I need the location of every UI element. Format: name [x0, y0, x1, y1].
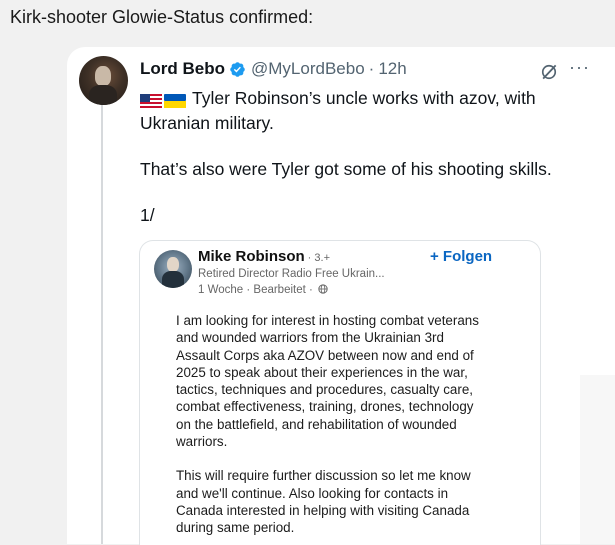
more-options-icon[interactable]: ··· [569, 57, 590, 78]
avatar-body [89, 85, 117, 105]
embed-paragraph-1: I am looking for interest in hosting com… [176, 312, 521, 450]
embed-line: This will require further discussion so … [176, 468, 471, 484]
embed-line: tactics, techniques and procedures, casu… [176, 382, 473, 398]
embed-line: warriors. [176, 434, 228, 450]
right-edge-strip [580, 375, 615, 544]
avatar[interactable] [79, 56, 128, 105]
embed-line: 2025 to speak about their experiences in… [176, 364, 468, 380]
us-flag-icon [140, 94, 162, 109]
globe-icon [318, 284, 328, 294]
avatar-face [95, 66, 111, 86]
tweet-meta: Lord Bebo @MyLordBebo · 12h [140, 59, 407, 79]
embed-line: on the battlefield, and rehabilitation o… [176, 416, 457, 432]
embed-avatar-face [167, 257, 179, 272]
grok-icon[interactable] [539, 62, 559, 82]
embed-avatar[interactable] [154, 250, 192, 288]
connection-degree: · 3.+ [307, 252, 330, 264]
embed-body: I am looking for interest in hosting com… [176, 312, 521, 537]
meta-separator: · [368, 59, 375, 78]
embed-line: during same period. [176, 520, 295, 536]
tweet-card[interactable]: Lord Bebo @MyLordBebo · 12h ··· Tyler Ro… [67, 47, 615, 545]
follow-button[interactable]: + Folgen [430, 248, 492, 265]
flag-group [140, 89, 188, 112]
embed-author-title: Retired Director Radio Free Ukrain... [198, 268, 385, 280]
thread-counter: 1/ [140, 205, 155, 225]
thread-line [101, 102, 103, 544]
tweet-line-2: That’s also were Tyler got some of his s… [140, 159, 552, 179]
ukraine-flag-icon [164, 94, 186, 109]
embed-timestamp: 1 Woche · Bearbeitet · [198, 284, 328, 296]
embed-line: and we'll continue. Also looking for con… [176, 485, 449, 501]
embed-line: combat effectiveness, training, drones, … [176, 399, 474, 415]
tweet-text: Tyler Robinson’s uncle works with azov, … [140, 87, 600, 227]
embed-name-row: Mike Robinson · 3.+ [198, 248, 330, 265]
embed-avatar-body [162, 271, 184, 288]
embed-paragraph-2: This will require further discussion so … [176, 467, 521, 536]
embed-line: Assault Corps aka AZOV between now and e… [176, 347, 474, 363]
embed-line: I am looking for interest in hosting com… [176, 313, 479, 328]
tweet-line-1: Tyler Robinson’s uncle works with azov, … [140, 88, 536, 133]
embed-line: and wounded warriors from the Ukrainian … [176, 330, 444, 346]
author-name[interactable]: Lord Bebo [140, 59, 225, 79]
tweet-time[interactable]: 12h [378, 59, 406, 79]
verified-badge-icon [230, 61, 245, 77]
embed-timestamp-text: 1 Woche · Bearbeitet · [198, 284, 313, 296]
embed-line: Canada interested in helping with visiti… [176, 502, 470, 518]
post-header: Kirk-shooter Glowie-Status confirmed: [10, 7, 314, 27]
embedded-linkedin-post[interactable]: Mike Robinson · 3.+ + Folgen Retired Dire… [139, 240, 541, 545]
embed-author-name[interactable]: Mike Robinson [198, 248, 305, 265]
author-handle[interactable]: @MyLordBebo [251, 59, 365, 79]
